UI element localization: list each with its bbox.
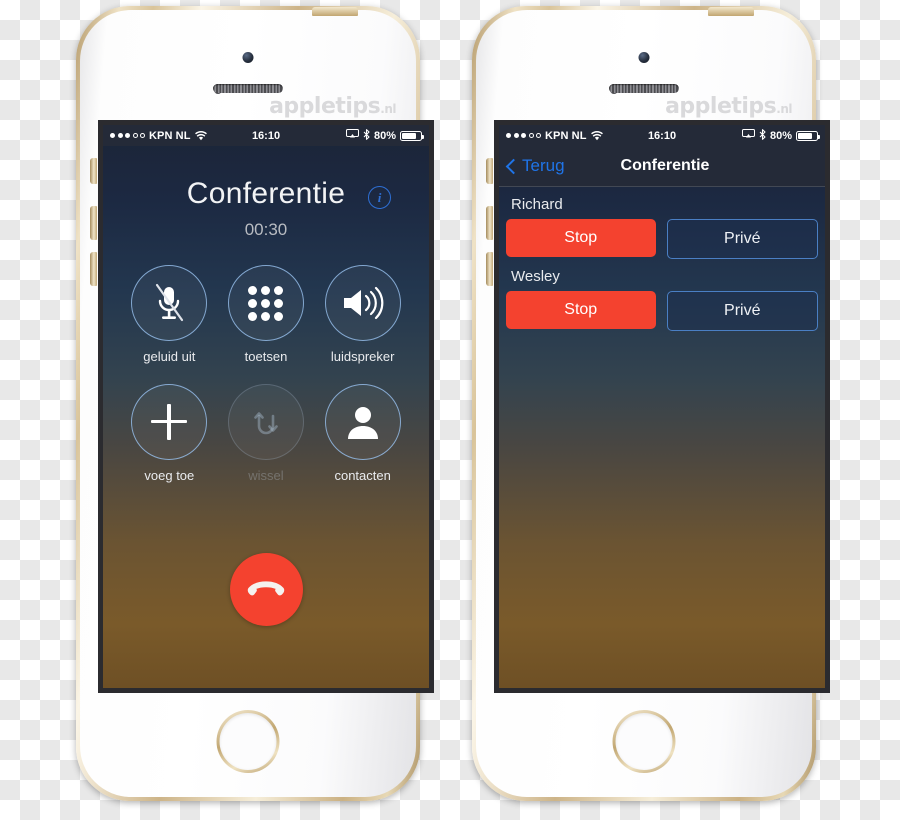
watermark-tld: .nl xyxy=(380,102,396,116)
iphone-device-right: appletips.nl KPN NL 16:10 80% Terug Conf… xyxy=(458,6,830,801)
volume-down-button[interactable] xyxy=(486,252,493,286)
screenshot-stage: appletips.nl KPN NL 16:10 80% Conferenti… xyxy=(0,0,900,820)
watermark-appletips: appletips.nl xyxy=(269,94,396,119)
watermark-name: appletips xyxy=(269,94,381,119)
power-button[interactable] xyxy=(312,7,358,16)
phone-screen-conference: KPN NL 16:10 80% Terug Conferentie Richa… xyxy=(494,120,830,693)
phone-screen-call: KPN NL 16:10 80% Conferentie i 00:30 gel… xyxy=(98,120,434,693)
volume-up-button[interactable] xyxy=(90,206,97,240)
screen-bezel xyxy=(494,120,830,693)
iphone-device-left: appletips.nl KPN NL 16:10 80% Conferenti… xyxy=(62,6,434,801)
home-button[interactable] xyxy=(613,710,676,773)
front-camera-icon xyxy=(638,52,650,63)
silent-switch[interactable] xyxy=(90,158,97,184)
device-front-face: appletips.nl KPN NL xyxy=(80,7,434,797)
front-camera-icon xyxy=(242,52,254,63)
device-front-face: appletips.nl KPN NL xyxy=(476,7,830,797)
home-button[interactable] xyxy=(217,710,280,773)
watermark-appletips: appletips.nl xyxy=(665,94,792,119)
earpiece-speaker xyxy=(213,84,283,93)
watermark-name: appletips xyxy=(665,94,777,119)
watermark-tld: .nl xyxy=(776,102,792,116)
screen-bezel xyxy=(98,120,434,693)
silent-switch[interactable] xyxy=(486,158,493,184)
earpiece-speaker xyxy=(609,84,679,93)
power-button[interactable] xyxy=(708,7,754,16)
volume-down-button[interactable] xyxy=(90,252,97,286)
volume-up-button[interactable] xyxy=(486,206,493,240)
